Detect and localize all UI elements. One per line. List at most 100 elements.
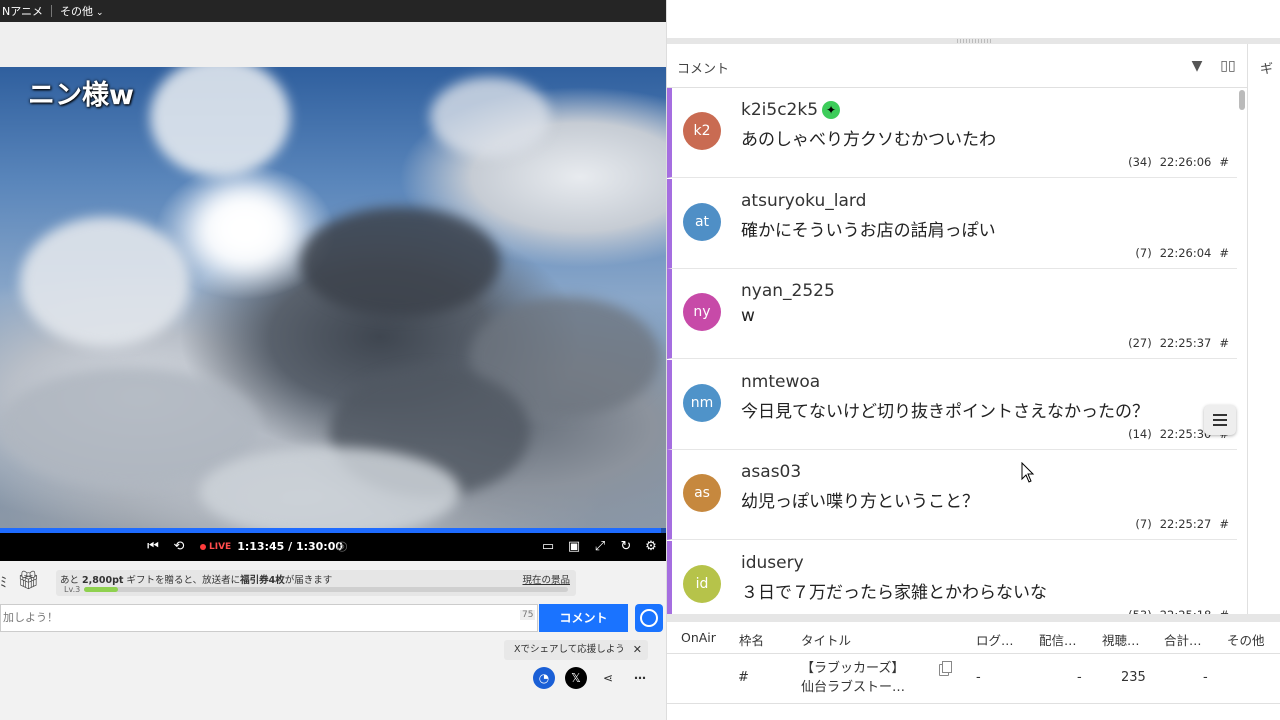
- forward-icon[interactable]: ◎: [334, 539, 350, 555]
- cell-log: -: [976, 670, 981, 685]
- gift-partial-icon: ﾐ: [0, 575, 7, 591]
- comment-item[interactable]: k2 k2i5c2k5 ✦ あのしゃべり方クソむかついたわ (34) 22:26:06 #: [667, 88, 1237, 178]
- gift-progress-fill: [84, 587, 118, 592]
- comment-item[interactable]: ididusery３日で７万だったら家雑とかわらないな(53)22:25:18#: [667, 540, 1237, 614]
- x-share-icon[interactable]: 𝕏: [565, 667, 587, 689]
- comment-count: (7): [1135, 517, 1152, 531]
- filter-icon[interactable]: ▼: [1189, 58, 1205, 74]
- comment-item[interactable]: at atsuryoku_lard 確かにそういうお店の話肩っぽい (7) 22:26:…: [667, 178, 1237, 269]
- comment-submit-button[interactable]: コメント: [539, 604, 628, 632]
- cloud-shape: [150, 67, 290, 177]
- cloud-shape: [300, 207, 500, 317]
- fullscreen-icon[interactable]: ⤢: [592, 539, 608, 555]
- premium-badge-icon: ✦: [822, 101, 841, 119]
- comment-username[interactable]: nmtewoa: [741, 372, 820, 392]
- avatar[interactable]: ny: [683, 293, 721, 331]
- settings-gear-icon[interactable]: ⚙: [643, 539, 659, 555]
- comment-meta: (34) 22:26:06 #: [1120, 155, 1229, 169]
- rewind-10-icon[interactable]: ⟲: [171, 539, 187, 555]
- avatar[interactable]: nm: [683, 383, 721, 422]
- nav-item-anime[interactable]: Nアニメ: [0, 3, 45, 19]
- nav-item-other[interactable]: その他 ⌄: [58, 3, 106, 19]
- comment-username-text: idusery: [741, 552, 804, 573]
- skip-back-icon[interactable]: ⏮: [145, 539, 161, 555]
- current-prize-link[interactable]: 現在の景品: [522, 572, 570, 586]
- avatar[interactable]: at: [683, 202, 721, 241]
- char-count: 75: [520, 610, 536, 620]
- program-table: OnAir 枠名 タイトル ログ… 配信… 視聴… 合計… その他 # 【ラブッ…: [667, 622, 1280, 720]
- comment-item[interactable]: nm nmtewoa 今日見てないけど切り抜きポイントさえなかったの？ (14) 22:…: [667, 359, 1237, 450]
- comment-hash-link[interactable]: #: [1219, 517, 1229, 531]
- comment-hash-link[interactable]: #: [1219, 155, 1229, 169]
- comment-item[interactable]: as asas03 幼児っぽい喋り方ということ？ (7) 22:25:27 #: [667, 450, 1237, 540]
- table-row[interactable]: # 【ラブッカーズ】 仙台ラブストー… - - 235 -: [667, 654, 1280, 704]
- cloud-shape: [20, 217, 190, 347]
- col-frame[interactable]: 枠名: [739, 630, 764, 649]
- comment-panel-title: コメント: [677, 62, 730, 77]
- col-title[interactable]: タイトル: [801, 630, 851, 649]
- player-pane: Nアニメ その他 ⌄ ニン様w ⏮ ⟲ LIVE 1:13:45 / 1:30:…: [0, 0, 666, 720]
- gift-text-suffix: が届きます: [284, 575, 333, 586]
- comment-text: 幼児っぽい喋り方ということ？: [741, 492, 979, 512]
- comment-meta: (27) 22:25:37 #: [1120, 336, 1229, 350]
- danmaku-overlay-text: ニン様w: [28, 80, 134, 111]
- comment-item[interactable]: ny nyan_2525 w (27) 22:25:37 #: [667, 269, 1237, 359]
- cell-title-line2: 仙台ラブストー…: [801, 680, 906, 695]
- emoji-button[interactable]: [635, 604, 663, 632]
- copy-icon[interactable]: [939, 661, 952, 676]
- clock-icon[interactable]: ◔: [533, 667, 555, 689]
- comment-username[interactable]: asas03: [741, 462, 801, 482]
- comment-list: k2 k2i5c2k5 ✦ あのしゃべり方クソむかついたわ (34) 22:26:06 # a…: [667, 88, 1247, 614]
- gift-box-icon[interactable]: 🎁︎: [17, 570, 40, 591]
- comment-hash-link[interactable]: #: [1219, 336, 1229, 350]
- comment-input[interactable]: 加しよう！: [0, 604, 538, 632]
- reload-icon[interactable]: ↻: [618, 539, 634, 555]
- time-display: 1:13:45 / 1:30:00: [237, 540, 344, 553]
- video-canvas[interactable]: ニン様w: [0, 67, 666, 529]
- close-icon[interactable]: ✕: [633, 640, 642, 660]
- comment-text: 今日見てないけど切り抜きポイントさえなかったの？: [741, 401, 1149, 422]
- program-table-header: OnAir 枠名 タイトル ログ… 配信… 視聴… 合計… その他: [667, 622, 1280, 654]
- cell-title: 【ラブッカーズ】 仙台ラブストー…: [801, 659, 905, 697]
- col-other[interactable]: その他: [1227, 630, 1265, 649]
- col-onair[interactable]: OnAir: [681, 630, 716, 645]
- col-total[interactable]: 合計…: [1164, 630, 1202, 649]
- col-log[interactable]: ログ…: [976, 630, 1014, 649]
- comment-username[interactable]: nyan_2525: [741, 281, 835, 301]
- col-delivery[interactable]: 配信…: [1039, 630, 1077, 649]
- comment-toggle-icon[interactable]: ▭: [540, 539, 556, 555]
- hamburger-line: [1213, 414, 1227, 416]
- gift-message: あと 2,800pt ギフトを贈ると、放送者に福引券4枚が届きます: [60, 572, 332, 586]
- side-tab[interactable]: ギ: [1247, 44, 1280, 614]
- comment-username-text: k2i5c2k5: [741, 100, 819, 120]
- columns-icon[interactable]: ▯▯: [1220, 58, 1236, 74]
- cell-frame[interactable]: #: [738, 670, 749, 685]
- row-menu-button[interactable]: [1204, 405, 1236, 435]
- comment-count: (34): [1128, 155, 1152, 169]
- comment-time: 22:26:06: [1159, 155, 1212, 169]
- comment-form: 加しよう！ 75 コメント: [0, 604, 666, 632]
- theater-mode-icon[interactable]: ▣: [566, 539, 582, 555]
- pane-splitter-bottom[interactable]: [667, 614, 1280, 622]
- splitter-grip: [957, 39, 993, 43]
- share-icon[interactable]: ⋖: [597, 667, 619, 689]
- comment-username[interactable]: atsuryoku_lard: [741, 191, 866, 211]
- cloud-shape: [200, 447, 460, 529]
- gift-text-mid: ギフトを贈ると、放送者に: [123, 575, 241, 586]
- nav-divider: [51, 5, 53, 17]
- comment-hash-link[interactable]: #: [1219, 246, 1229, 260]
- comment-username[interactable]: k2i5c2k5 ✦: [741, 100, 841, 120]
- avatar[interactable]: as: [683, 474, 721, 512]
- avatar[interactable]: id: [683, 564, 721, 603]
- cell-title-line1: 【ラブッカーズ】: [801, 661, 905, 676]
- comment-viewer-pane: コメント ▼ ▯▯ k2 k2i5c2k5 ✦ あのしゃべり方クソむかついたわ (34)…: [666, 0, 1280, 720]
- more-icon[interactable]: ⋯: [629, 667, 651, 689]
- avatar[interactable]: k2: [683, 112, 721, 150]
- comment-time: 22:25:27: [1159, 517, 1212, 531]
- col-viewers[interactable]: 視聴…: [1102, 630, 1140, 649]
- comment-username[interactable]: idusery: [741, 553, 804, 573]
- comment-list-scrollbar[interactable]: [1239, 90, 1245, 110]
- below-fold-strip: [0, 712, 666, 720]
- comment-count: (27): [1128, 336, 1152, 350]
- live-status: LIVE 1:13:45 / 1:30:00: [200, 540, 343, 553]
